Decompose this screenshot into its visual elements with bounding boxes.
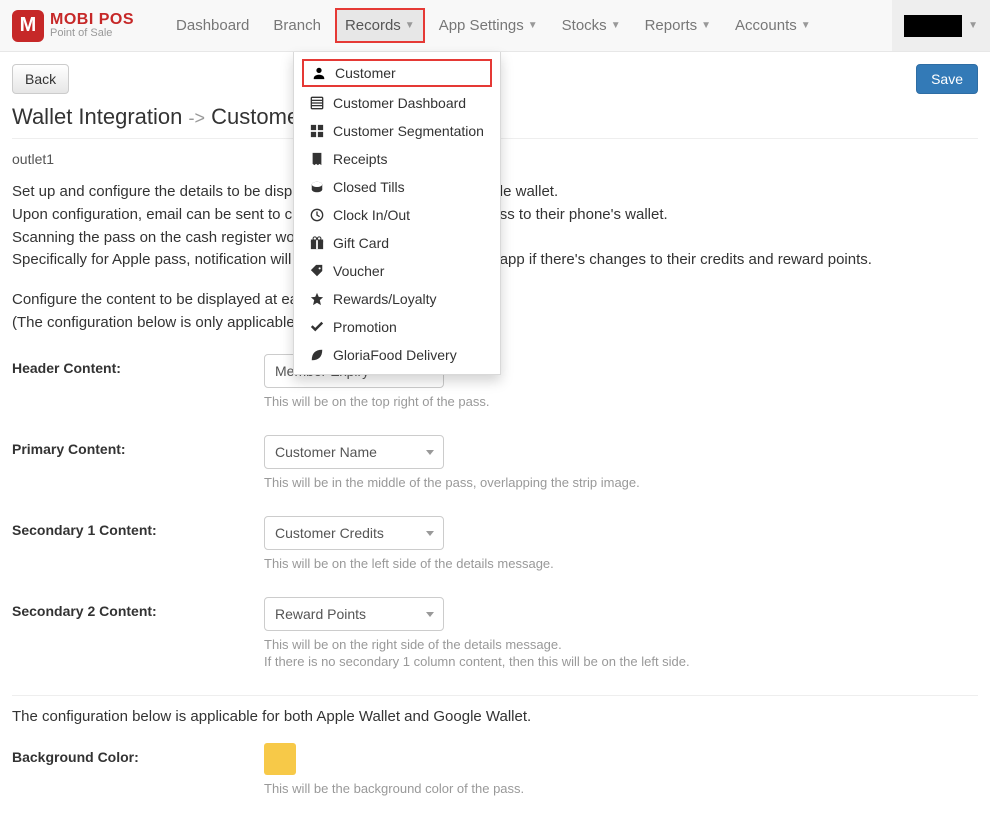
leaf-icon: [309, 347, 325, 363]
caret-down-icon: ▼: [968, 20, 978, 31]
row-secondary1-content: Secondary 1 Content: Customer Credits Th…: [12, 516, 978, 571]
caret-down-icon: ▼: [701, 20, 711, 31]
label-header-content: Header Content:: [12, 354, 264, 376]
caret-down-icon: ▼: [405, 20, 415, 31]
select-secondary2-content[interactable]: Reward Points: [264, 597, 444, 631]
user-label-redacted: [904, 15, 962, 37]
help-text: This will be in the middle of the pass, …: [264, 475, 978, 490]
gift-icon: [309, 235, 325, 251]
till-icon: [309, 179, 325, 195]
dd-voucher[interactable]: Voucher: [294, 257, 500, 285]
back-button[interactable]: Back: [12, 64, 69, 94]
nav-reports[interactable]: Reports▼: [633, 0, 723, 51]
dd-label: Receipts: [333, 151, 387, 167]
save-button[interactable]: Save: [916, 64, 978, 94]
row-primary-content: Primary Content: Customer Name This will…: [12, 435, 978, 490]
dd-label: Customer Dashboard: [333, 95, 466, 111]
logo-subtitle: Point of Sale: [50, 28, 134, 39]
dd-rewards[interactable]: Rewards/Loyalty: [294, 285, 500, 313]
help-text: This will be on the left side of the det…: [264, 556, 978, 571]
nav-records[interactable]: Records▼: [335, 8, 425, 43]
dd-label: Promotion: [333, 319, 397, 335]
dd-customer-segmentation[interactable]: Customer Segmentation: [294, 117, 500, 145]
label-secondary1-content: Secondary 1 Content:: [12, 516, 264, 538]
help-text: If there is no secondary 1 column conten…: [264, 654, 978, 669]
logo-badge: M: [12, 10, 44, 42]
help-text: This will be the background color of the…: [264, 781, 978, 796]
dd-label: Clock In/Out: [333, 207, 410, 223]
dd-label: Voucher: [333, 263, 384, 279]
dd-label: Customer Segmentation: [333, 123, 484, 139]
label-primary-content: Primary Content:: [12, 435, 264, 457]
tag-icon: [309, 263, 325, 279]
caret-down-icon: ▼: [528, 20, 538, 31]
brand-logo[interactable]: M MOBI POS Point of Sale: [12, 10, 134, 42]
dd-customer-dashboard[interactable]: Customer Dashboard: [294, 89, 500, 117]
dd-label: GloriaFood Delivery: [333, 347, 457, 363]
dd-clock[interactable]: Clock In/Out: [294, 201, 500, 229]
dd-gloriafood[interactable]: GloriaFood Delivery: [294, 341, 500, 369]
dd-gift-card[interactable]: Gift Card: [294, 229, 500, 257]
dd-label: Rewards/Loyalty: [333, 291, 437, 307]
divider: [12, 695, 978, 696]
main-nav: Dashboard Branch Records▼ App Settings▼ …: [164, 0, 823, 51]
nav-dashboard[interactable]: Dashboard: [164, 0, 261, 51]
help-text: This will be on the top right of the pas…: [264, 394, 978, 409]
user-menu[interactable]: ▼: [892, 0, 990, 51]
dd-closed-tills[interactable]: Closed Tills: [294, 173, 500, 201]
dashboard-icon: [309, 95, 325, 111]
grid-icon: [309, 123, 325, 139]
caret-down-icon: ▼: [611, 20, 621, 31]
help-text: This will be on the right side of the de…: [264, 637, 978, 652]
promotion-icon: [309, 319, 325, 335]
label-secondary2-content: Secondary 2 Content:: [12, 597, 264, 619]
caret-down-icon: ▼: [801, 20, 811, 31]
top-navbar: M MOBI POS Point of Sale Dashboard Branc…: [0, 0, 990, 52]
clock-icon: [309, 207, 325, 223]
config-note: The configuration below is applicable fo…: [12, 708, 978, 725]
dd-customer[interactable]: Customer: [302, 59, 492, 87]
records-dropdown: Customer Customer Dashboard Customer Seg…: [293, 52, 501, 375]
logo-title: MOBI POS: [50, 12, 134, 28]
nav-accounts[interactable]: Accounts▼: [723, 0, 823, 51]
dd-promotion[interactable]: Promotion: [294, 313, 500, 341]
row-secondary2-content: Secondary 2 Content: Reward Points This …: [12, 597, 978, 669]
label-background-color: Background Color:: [12, 743, 264, 765]
row-background-color: Background Color: This will be the backg…: [12, 743, 978, 796]
nav-app-settings[interactable]: App Settings▼: [427, 0, 550, 51]
dd-label: Customer: [335, 65, 396, 81]
dd-label: Closed Tills: [333, 179, 405, 195]
nav-stocks[interactable]: Stocks▼: [550, 0, 633, 51]
select-secondary1-content[interactable]: Customer Credits: [264, 516, 444, 550]
logo-text: MOBI POS Point of Sale: [50, 12, 134, 39]
dd-label: Gift Card: [333, 235, 389, 251]
star-icon: [309, 291, 325, 307]
dd-receipts[interactable]: Receipts: [294, 145, 500, 173]
receipt-icon: [309, 151, 325, 167]
nav-branch[interactable]: Branch: [261, 0, 333, 51]
person-icon: [311, 65, 327, 81]
color-swatch[interactable]: [264, 743, 296, 775]
select-primary-content[interactable]: Customer Name: [264, 435, 444, 469]
